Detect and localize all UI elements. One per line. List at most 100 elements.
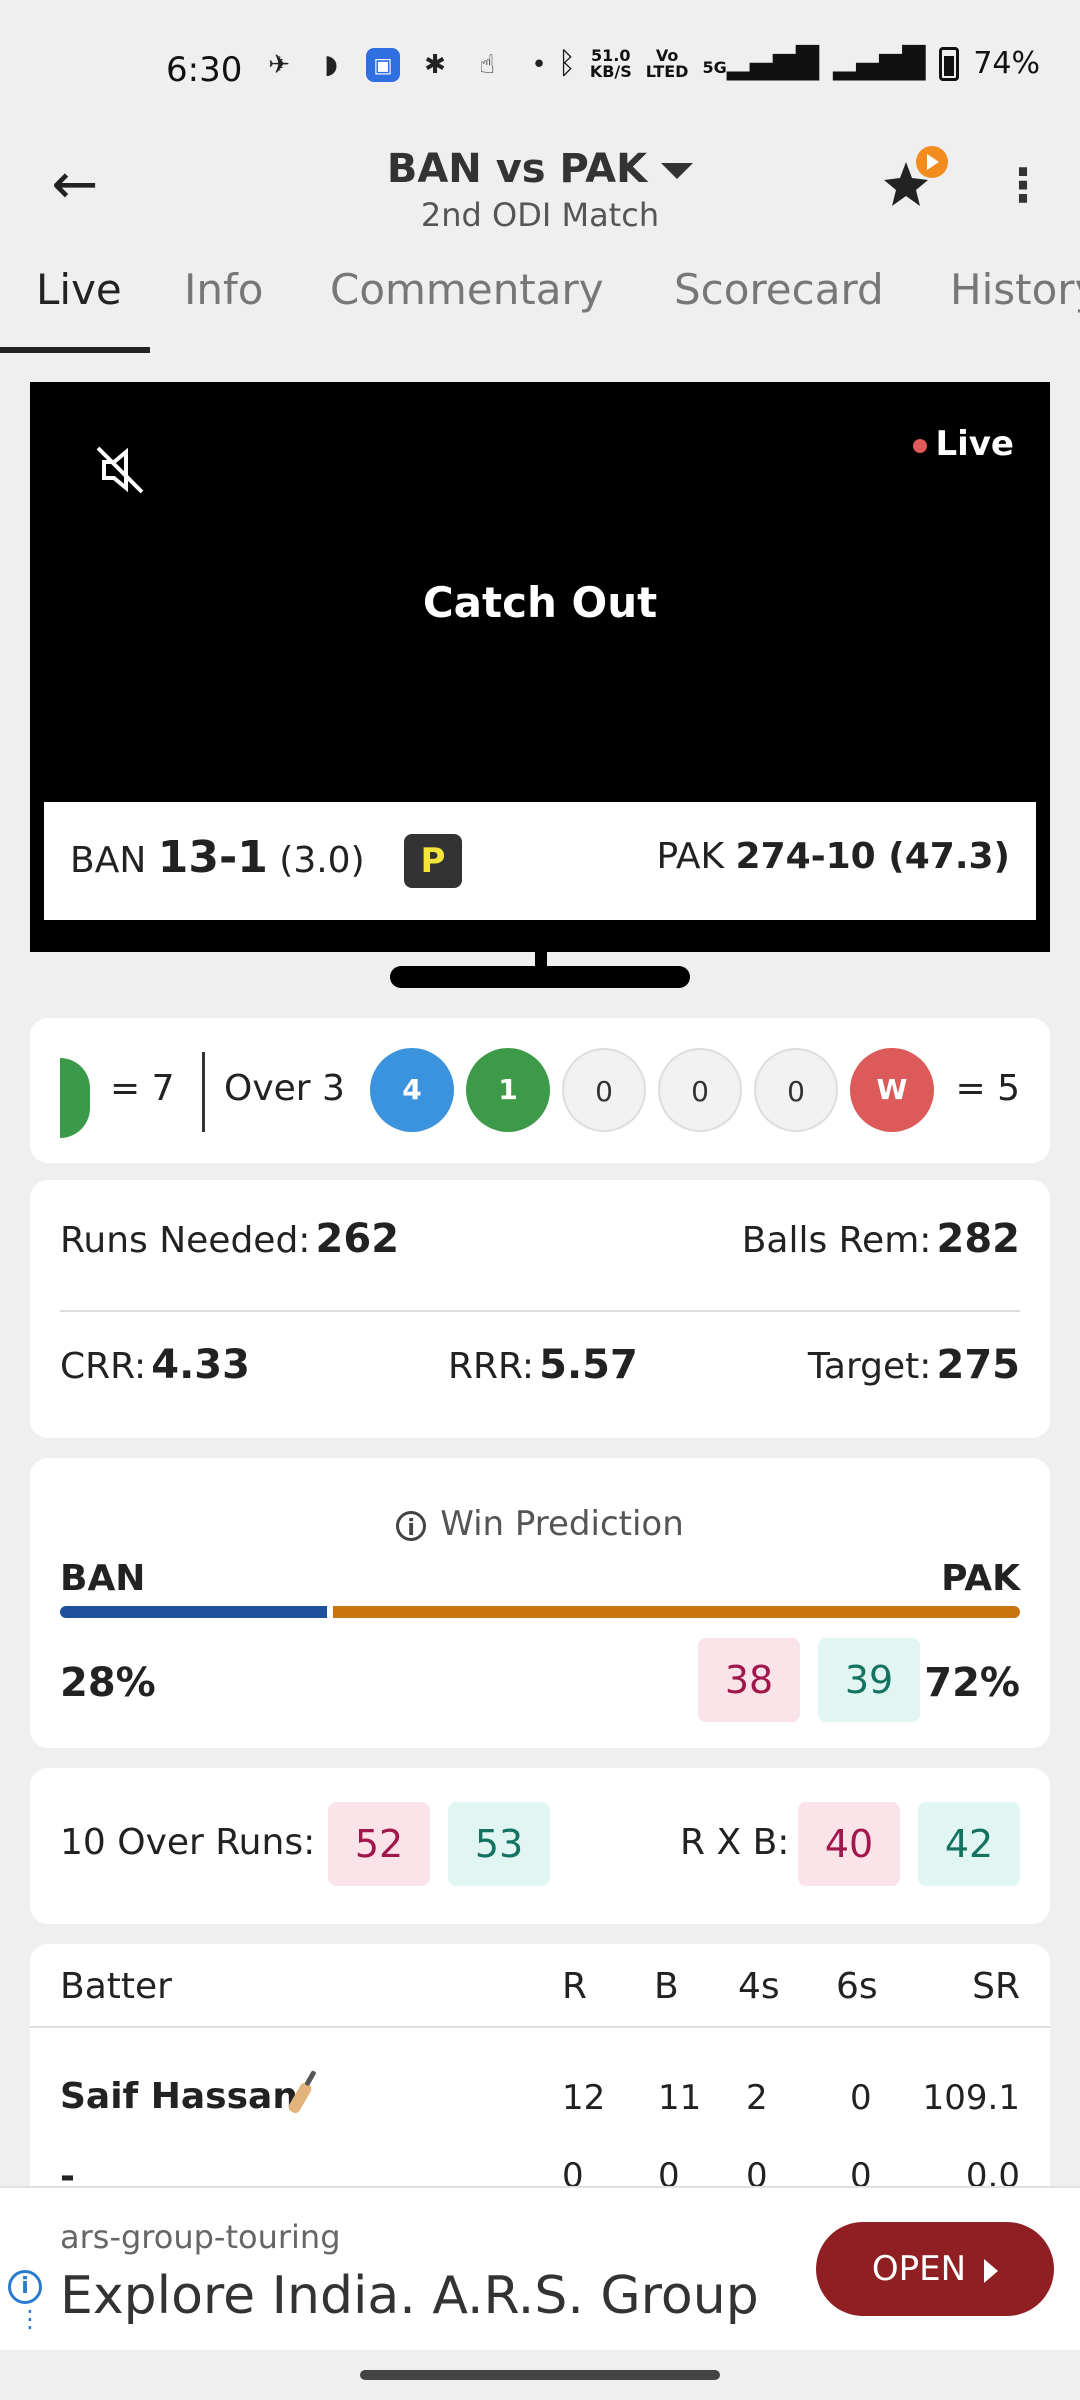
signal-5g-icon: 5G▂▄▆█ <box>702 46 820 81</box>
notification-icon: ☝ <box>479 50 495 80</box>
app-notification-icon: ▣ <box>366 48 400 82</box>
play-arrow-icon <box>984 2258 999 2283</box>
team-b-win-percent: 72% <box>924 1660 1020 1706</box>
batting-team-score: BAN 13-1 (3.0) <box>70 832 365 883</box>
tab-info[interactable]: Info <box>184 265 264 314</box>
prediction-team-a: BAN <box>60 1558 146 1599</box>
divider <box>30 2026 1050 2028</box>
status-bar: 6:30 ✈ ◗ ▣ ✱ ☝ • ᛒ 51.0 KB/S Vo LTED 5G▂▄▆… <box>0 0 1080 140</box>
ad-source: ars-group-touring <box>60 2218 341 2256</box>
current-over-card: = 7 Over 3 4 1 0 0 0 W = 5 <box>30 1018 1050 1163</box>
required-run-rate: RRR: 5.57 <box>448 1342 638 1388</box>
app-notification-icon: ◗ <box>324 50 338 80</box>
tab-live[interactable]: Live <box>36 265 122 314</box>
tab-bar: Live Info Commentary Scorecard History <box>0 255 1080 355</box>
tv-base <box>390 966 690 988</box>
tab-scorecard[interactable]: Scorecard <box>674 265 884 314</box>
win-prediction-title: i Win Prediction <box>30 1504 1050 1544</box>
info-icon[interactable]: i <box>396 1510 427 1541</box>
notification-icon: ✈ <box>268 50 290 80</box>
score-strip: BAN 13-1 (3.0) P PAK 274-10 (47.3) <box>44 802 1036 920</box>
battery-icon <box>939 46 960 81</box>
col-runs: R <box>562 1966 588 2007</box>
live-badge: Live <box>913 424 1014 464</box>
ad-info-icon[interactable]: i <box>8 2270 42 2304</box>
cricket-bat-icon <box>288 2070 316 2114</box>
batter-table: Batter R B 4s 6s SR Saif Hassan 12 11 2 … <box>30 1944 1050 2197</box>
volte-indicator: Vo LTED <box>645 45 689 81</box>
divider <box>202 1052 205 1132</box>
ten-over-runs-yes: 53 <box>448 1802 550 1886</box>
col-fours: 4s <box>738 1966 780 2007</box>
live-dot-icon <box>913 438 928 453</box>
slack-icon: ✱ <box>424 50 446 80</box>
dropdown-caret-icon <box>661 163 694 179</box>
rxb-no: 40 <box>798 1802 900 1886</box>
over-label: Over 3 <box>224 1068 345 1109</box>
batter-sixes: 0 <box>850 2078 872 2118</box>
ball-dot: 0 <box>562 1048 646 1132</box>
rxb-label: R X B: <box>680 1822 790 1863</box>
current-over-total: = 5 <box>955 1068 1020 1109</box>
ball-dot: 0 <box>754 1048 838 1132</box>
batter-strike-rate: 109.1 <box>922 2078 1020 2118</box>
app-header: ← BAN vs PAK 2nd ODI Match ⋮ <box>0 140 1080 250</box>
ad-title[interactable]: Explore India. A.R.S. Group <box>60 2266 759 2326</box>
ball-four: 4 <box>370 1048 454 1132</box>
ad-open-button[interactable]: OPEN <box>816 2222 1054 2316</box>
more-options-icon[interactable]: ⋮ <box>1000 150 1046 220</box>
batter-name[interactable]: Saif Hassan <box>60 2076 298 2117</box>
batter-runs: 12 <box>562 2078 606 2118</box>
bluetooth-icon: ᛒ <box>557 46 576 81</box>
chase-stats-card: Runs Needed: 262 Balls Rem: 282 CRR: 4.3… <box>30 1180 1050 1438</box>
col-sixes: 6s <box>836 1966 878 2007</box>
live-video-player[interactable]: Live Catch Out BAN 13-1 (3.0) P PAK 274-… <box>30 382 1050 952</box>
previous-over-total: = 7 <box>110 1068 175 1109</box>
signal-icon: ▂▄▆█ <box>833 46 926 81</box>
ad-banner[interactable]: i ⋮ ars-group-touring Explore India. A.R… <box>0 2186 1080 2350</box>
ball-event-text: Catch Out <box>422 578 658 627</box>
ten-over-runs-no: 52 <box>328 1802 430 1886</box>
ball-single: 1 <box>466 1048 550 1132</box>
tab-commentary[interactable]: Commentary <box>330 265 604 314</box>
ten-over-runs-label: 10 Over Runs: <box>60 1822 316 1863</box>
gesture-nav-bar[interactable] <box>360 2370 720 2380</box>
win-probability-bar <box>60 1606 1020 1618</box>
session-runs-card: 10 Over Runs: 52 53 R X B: 40 42 <box>30 1768 1050 1924</box>
odds-back-chip: 38 <box>698 1638 800 1722</box>
system-icons: ᛒ 51.0 KB/S Vo LTED 5G▂▄▆█ ▂▄▆█ 74% <box>558 46 1040 81</box>
bowling-team-score: PAK 274-10 (47.3) <box>656 836 1010 877</box>
video-screen[interactable]: Live Catch Out <box>44 396 1036 802</box>
prediction-team-b: PAK <box>941 1558 1020 1599</box>
team-a-win-percent: 28% <box>60 1660 156 1706</box>
runs-needed: Runs Needed: 262 <box>60 1216 400 1262</box>
rxb-yes: 42 <box>918 1802 1020 1886</box>
tab-history[interactable]: History <box>950 265 1080 314</box>
ad-options-icon[interactable]: ⋮ <box>18 2307 42 2331</box>
battery-percent: 74% <box>973 46 1040 81</box>
network-speed: 51.0 KB/S <box>589 45 632 81</box>
batter-balls: 11 <box>658 2078 702 2118</box>
fantasy-star-icon[interactable] <box>876 140 952 216</box>
ball-dot: 0 <box>658 1048 742 1132</box>
col-batter: Batter <box>60 1966 172 2007</box>
status-time: 6:30 <box>166 50 243 90</box>
divider <box>60 1310 1020 1312</box>
powerplay-badge: P <box>404 834 462 888</box>
active-tab-indicator <box>0 347 150 353</box>
ball-wicket: W <box>850 1048 934 1132</box>
odds-lay-chip: 39 <box>818 1638 920 1722</box>
win-prediction-card: i Win Prediction BAN PAK 28% 38 39 72% <box>30 1458 1050 1748</box>
team-a-probability-fill <box>60 1606 327 1618</box>
more-notifications-dot-icon: • <box>531 50 547 80</box>
batter-fours: 2 <box>746 2078 768 2118</box>
team-b-probability-fill <box>333 1606 1020 1618</box>
previous-over-marker <box>60 1058 90 1138</box>
mute-icon[interactable] <box>94 444 146 496</box>
balls-remaining: Balls Rem: 282 <box>741 1216 1020 1262</box>
col-balls: B <box>654 1966 679 2007</box>
target: Target: 275 <box>807 1342 1020 1388</box>
current-run-rate: CRR: 4.33 <box>60 1342 250 1388</box>
notification-icons: ✈ ◗ ▣ ✱ ☝ • <box>262 48 556 82</box>
col-strike-rate: SR <box>972 1966 1020 2007</box>
